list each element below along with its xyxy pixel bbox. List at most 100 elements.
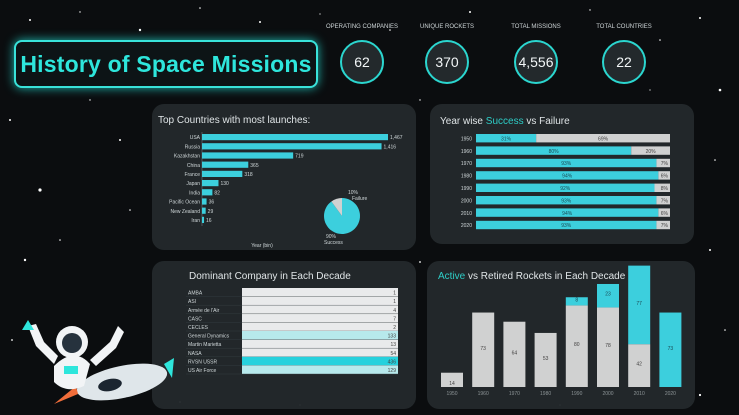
- retired-value: 78: [605, 343, 611, 349]
- category-label: Russia: [185, 144, 201, 150]
- category-label: India: [189, 190, 200, 196]
- company-name: Martin Marietta: [188, 342, 222, 348]
- failure-value: 7%: [661, 161, 669, 167]
- active-value: 77: [636, 301, 642, 307]
- company-name: CECLES: [188, 325, 209, 331]
- category-label: USA: [190, 135, 201, 141]
- kpi-value: 22: [602, 40, 646, 84]
- success-chart: 1950 31% 69% 1960 80% 20% 1970 93% 7% 1980 94% 6% 19…: [461, 134, 670, 230]
- category-label: Japan: [186, 181, 200, 187]
- failure-value: 7%: [661, 198, 669, 204]
- countries-chart: USA 1,467 Russia 1,416 Kazakhstan 719 China 365…: [169, 132, 403, 249]
- bar-value-label: 1,467: [390, 135, 403, 141]
- bar-value-label: 130: [220, 181, 229, 187]
- company-value: 2: [393, 325, 396, 331]
- retired-value: 80: [574, 342, 580, 348]
- kpi-value: 370: [425, 40, 469, 84]
- kpi-unique-rockets: UNIQUE ROCKETS 370: [407, 24, 487, 84]
- decade-label: 2020: [665, 391, 676, 397]
- success-value: 80%: [549, 149, 560, 155]
- active-value: 8: [575, 297, 578, 303]
- bar-value-label: 36: [209, 200, 215, 206]
- bar: [202, 189, 213, 196]
- decade-label: 2010: [634, 391, 645, 397]
- category-label: Pacific Ocean: [169, 200, 200, 206]
- year-label: 1950: [461, 136, 472, 142]
- bar: [202, 207, 206, 214]
- success-value: 92%: [560, 186, 571, 192]
- company-value: 13: [390, 342, 396, 348]
- active-value: 73: [668, 346, 674, 352]
- kpi-total-countries: TOTAL COUNTRIES 22: [584, 24, 664, 84]
- year-label: 2020: [461, 223, 472, 229]
- company-name: CASC: [188, 316, 202, 322]
- decade-label: 2000: [602, 391, 613, 397]
- kpi-operating-companies: OPERATING COMPANIES 62: [322, 24, 402, 84]
- bar-value-label: 1,416: [384, 144, 397, 150]
- company-value: 54: [390, 351, 396, 357]
- bar: [202, 152, 294, 159]
- company-name: NASA: [188, 351, 202, 357]
- bar-value-label: 82: [214, 190, 220, 196]
- year-label: 1970: [461, 161, 472, 167]
- kpi-label: OPERATING COMPANIES: [325, 24, 399, 30]
- decade-label: 1950: [446, 391, 457, 397]
- year-label: 2010: [461, 211, 472, 217]
- failure-value: 20%: [646, 149, 657, 155]
- retired-value: 14: [449, 381, 455, 387]
- kpi-total-missions: TOTAL MISSIONS 4,556: [496, 24, 576, 84]
- rockets-chart: 14 1950 73 1960 64 1970 53 1980 80 8 1990 78 23 2000 4…: [441, 265, 682, 397]
- astronaut-rocket-illustration: [22, 320, 174, 404]
- bar: [202, 170, 243, 177]
- retired-value: 64: [512, 350, 518, 356]
- panel-dominant-company: Dominant Company in Each Decade AMBA 1 ASI…: [152, 261, 416, 409]
- success-value: 94%: [562, 211, 573, 217]
- failure-value: 7%: [661, 223, 669, 229]
- category-label: Iran: [191, 218, 200, 224]
- panel-success-failure: Year wise Success vs Failure 1950 31% 69% 1…: [430, 104, 694, 244]
- success-value: 31%: [501, 136, 512, 142]
- year-label: 1960: [461, 149, 472, 155]
- decade-label: 1960: [478, 391, 489, 397]
- decade-label: 1990: [571, 391, 582, 397]
- bar-value-label: 719: [295, 154, 304, 160]
- row-highlight: [242, 356, 398, 366]
- year-label: 1980: [461, 174, 472, 180]
- kpi-label: TOTAL MISSIONS: [511, 24, 561, 30]
- company-value: 436: [388, 359, 397, 365]
- failure-value: 6%: [661, 211, 669, 217]
- pie-label: Failure: [352, 196, 368, 202]
- company-value: 1: [393, 291, 396, 297]
- kpi-label: TOTAL COUNTRIES: [596, 24, 652, 30]
- row-highlight: [242, 331, 398, 340]
- retired-value: 73: [480, 346, 486, 352]
- bar-value-label: 29: [208, 209, 214, 215]
- year-label: 1990: [461, 186, 472, 192]
- failure-value: 69%: [598, 136, 609, 142]
- company-name: Armée de l'Air: [188, 308, 220, 314]
- category-label: China: [187, 163, 200, 169]
- company-name: General Dynamics: [188, 334, 230, 340]
- retired-value: 53: [543, 356, 549, 362]
- decade-label: 1980: [540, 391, 551, 397]
- company-name: ASI: [188, 299, 196, 305]
- company-value: 1: [393, 299, 396, 305]
- panel-active-retired: Active vs Retired Rockets in Each Decade…: [427, 261, 695, 409]
- active-value: 23: [605, 292, 611, 298]
- failure-value: 8%: [661, 186, 669, 192]
- bar: [202, 216, 205, 223]
- retired-value: 42: [636, 362, 642, 368]
- company-table: AMBA 1 ASI 1 Armée de l'Air 4 CASC 7 CECLES 2 Gene…: [186, 288, 398, 375]
- company-name: AMBA: [188, 291, 203, 297]
- dashboard-title-box: History of Space Missions: [14, 40, 318, 88]
- success-value: 93%: [561, 161, 572, 167]
- company-name: RVSN USSR: [188, 359, 217, 365]
- success-value: 94%: [562, 174, 573, 180]
- decade-label: 1970: [509, 391, 520, 397]
- bar-value-label: 365: [250, 163, 259, 169]
- year-label: 2000: [461, 198, 472, 204]
- company-name: US Air Force: [188, 368, 217, 374]
- category-label: France: [184, 172, 200, 178]
- category-label: Kazakhstan: [174, 154, 200, 160]
- bar: [202, 180, 219, 187]
